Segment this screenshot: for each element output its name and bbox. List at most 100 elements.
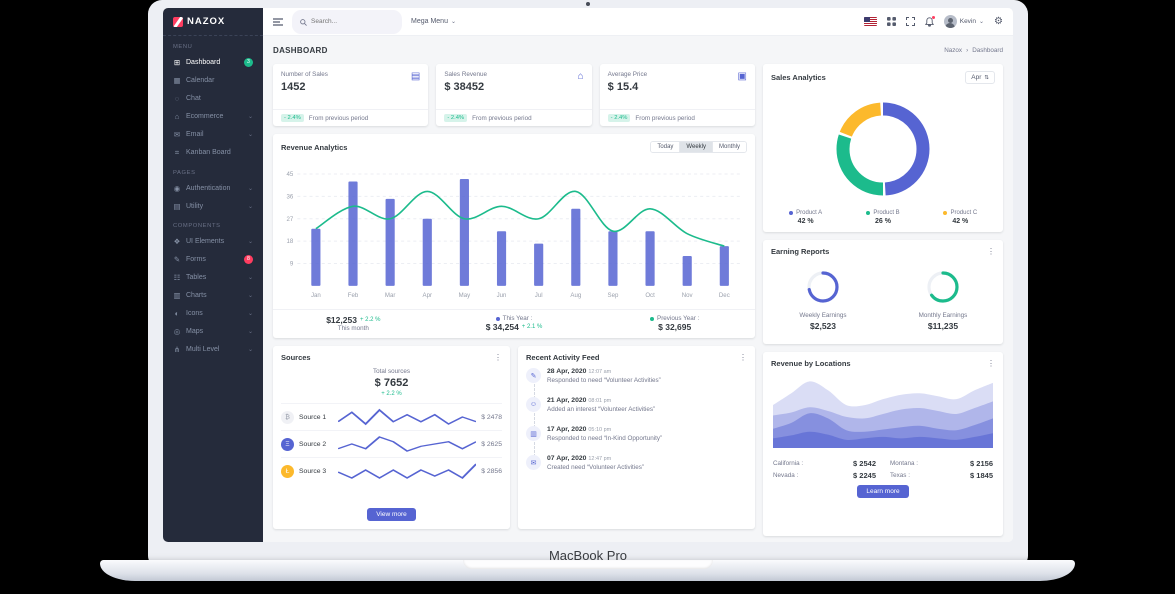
search-input[interactable] xyxy=(311,18,394,25)
chevron-down-icon: ⌄ xyxy=(248,238,253,245)
search-box[interactable] xyxy=(292,10,402,34)
chevron-down-icon: ⌄ xyxy=(248,328,253,335)
tab-monthly[interactable]: Monthly xyxy=(713,142,746,152)
month-select[interactable]: Apr ⇅ xyxy=(965,71,995,84)
briefcase-icon: ▣ xyxy=(738,71,747,109)
revenue-previous-year: Previous Year : $ 32,695 xyxy=(594,310,755,338)
chart-icon: ▥ xyxy=(526,426,541,441)
sidebar-item-icons[interactable]: ◐ Icons ⌄ xyxy=(163,304,263,322)
dashboard-app: NAZOX MENU ⊞ Dashboard 3 ▦ Calendar ◌ Ch… xyxy=(163,8,1013,542)
sales-analytics-card: Sales Analytics Apr ⇅ Product A xyxy=(763,64,1003,232)
settings-gear-icon[interactable]: ⚙ xyxy=(994,16,1003,27)
location-stat-nevada: Nevada : $ 2245 xyxy=(773,471,876,480)
sidebar-item-multi-level[interactable]: ⋔ Multi Level ⌄ xyxy=(163,340,263,358)
sidebar-section-menu: MENU xyxy=(163,36,263,53)
svg-text:45: 45 xyxy=(286,171,293,178)
hamburger-menu-icon[interactable] xyxy=(273,18,283,26)
legend-dot-icon xyxy=(943,211,947,215)
earning-reports-card: Earning Reports ⋮ Weekly Earnings $2,523 xyxy=(763,240,1003,344)
source-row[interactable]: Ł Source 3 $ 2856 xyxy=(281,457,502,484)
logo-text: NAZOX xyxy=(187,16,225,27)
svg-text:Sep: Sep xyxy=(608,292,619,299)
sidebar-item-email[interactable]: ✉ Email ⌄ xyxy=(163,125,263,143)
sales-analytics-donut-chart xyxy=(763,88,1003,210)
fullscreen-icon[interactable] xyxy=(906,17,915,26)
svg-text:Jun: Jun xyxy=(497,292,507,299)
chevron-down-icon: ⌄ xyxy=(248,113,253,120)
view-more-button[interactable]: View more xyxy=(367,508,416,521)
email-icon: ✉ xyxy=(173,130,181,139)
chevron-down-icon: ⌄ xyxy=(248,292,253,299)
ecommerce-icon: ⌂ xyxy=(173,112,181,121)
sidebar-item-charts[interactable]: ▥ Charts ⌄ xyxy=(163,286,263,304)
card-menu-icon[interactable]: ⋮ xyxy=(494,354,502,362)
app-logo[interactable]: NAZOX xyxy=(163,8,263,36)
stat-card-number-of-sales: Number of Sales 1452 ▤ - 2.4% From previ… xyxy=(273,64,428,126)
svg-text:Feb: Feb xyxy=(348,292,359,299)
monthly-earnings-radial-chart xyxy=(925,269,961,310)
card-menu-icon[interactable]: ⋮ xyxy=(739,354,747,362)
revenue-this-year: This Year : $ 34,254 + 2.1 % xyxy=(434,310,595,338)
source-sparkline xyxy=(338,435,476,453)
user-menu[interactable]: Kevin ⌄ xyxy=(944,15,984,28)
source-row[interactable]: Ξ Source 2 $ 2625 xyxy=(281,430,502,457)
location-stat-montana: Montana : $ 2156 xyxy=(890,459,993,468)
delta-badge: - 2.4% xyxy=(608,114,631,122)
sidebar-item-authentication[interactable]: ◉ Authentication ⌄ xyxy=(163,179,263,197)
notifications-bell-icon[interactable] xyxy=(925,17,934,27)
sidebar: NAZOX MENU ⊞ Dashboard 3 ▦ Calendar ◌ Ch… xyxy=(163,8,263,542)
svg-text:Nov: Nov xyxy=(682,292,694,299)
sidebar-item-utility[interactable]: ▤ Utility ⌄ xyxy=(163,197,263,215)
avatar xyxy=(944,15,957,28)
chevron-down-icon: ⌄ xyxy=(248,310,253,317)
multi-level-icon: ⋔ xyxy=(173,345,181,354)
svg-text:36: 36 xyxy=(286,193,293,200)
card-menu-icon[interactable]: ⋮ xyxy=(987,248,995,256)
source-row[interactable]: ₿ Source 1 $ 2478 xyxy=(281,403,502,430)
location-stat-california: California : $ 2542 xyxy=(773,459,876,468)
nazox-logo-icon xyxy=(173,17,183,27)
svg-text:27: 27 xyxy=(286,216,293,223)
sidebar-item-ui-elements[interactable]: ❖ UI Elements ⌄ xyxy=(163,232,263,250)
page-title: DASHBOARD xyxy=(273,46,328,55)
chevron-down-icon: ⌄ xyxy=(248,131,253,138)
forms-icon: ✎ xyxy=(173,255,181,264)
revenue-this-month: $12,253 + 2.2 % This month xyxy=(273,310,434,338)
sidebar-item-tables[interactable]: ☷ Tables ⌄ xyxy=(163,268,263,286)
tab-today[interactable]: Today xyxy=(651,142,680,152)
sidebar-item-dashboard[interactable]: ⊞ Dashboard 3 xyxy=(163,53,263,71)
sidebar-item-chat[interactable]: ◌ Chat xyxy=(163,89,263,107)
mega-menu-button[interactable]: Mega Menu ⌄ xyxy=(411,18,456,25)
tab-weekly[interactable]: Weekly xyxy=(680,142,713,152)
stat-value: 1452 xyxy=(281,81,328,93)
search-icon xyxy=(300,13,307,31)
activity-item: ▥ 17 Apr, 2020 05:10 pm Responded to nee… xyxy=(526,426,747,455)
language-flag-icon[interactable] xyxy=(864,17,877,26)
revenue-period-tabs: Today Weekly Monthly xyxy=(650,141,747,153)
macbook-base-notch xyxy=(463,560,713,569)
stack-icon: ▤ xyxy=(411,71,420,109)
sidebar-item-forms[interactable]: ✎ Forms 8 xyxy=(163,250,263,268)
forms-badge: 8 xyxy=(244,255,253,264)
breadcrumb-root[interactable]: Nazox xyxy=(944,47,962,54)
revenue-by-locations-card: Revenue by Locations ⋮ California : $ 25… xyxy=(763,352,1003,536)
learn-more-button[interactable]: Learn more xyxy=(857,485,908,498)
card-menu-icon[interactable]: ⋮ xyxy=(987,360,995,368)
svg-text:9: 9 xyxy=(290,261,294,268)
notification-dot xyxy=(932,16,935,19)
apps-grid-icon[interactable] xyxy=(887,17,896,26)
sidebar-item-calendar[interactable]: ▦ Calendar xyxy=(163,71,263,89)
sidebar-item-ecommerce[interactable]: ⌂ Ecommerce ⌄ xyxy=(163,107,263,125)
authentication-icon: ◉ xyxy=(173,184,181,193)
legend-dot-icon xyxy=(789,211,793,215)
legend-product-a: Product A 42 % xyxy=(767,210,844,225)
location-stat-texas: Texas : $ 1845 xyxy=(890,471,993,480)
delta-badge: - 2.4% xyxy=(444,114,467,122)
sidebar-item-maps[interactable]: ◎ Maps ⌄ xyxy=(163,322,263,340)
charts-icon: ▥ xyxy=(173,291,181,300)
bitcoin-icon: ₿ xyxy=(281,411,294,424)
dashboard-icon: ⊞ xyxy=(173,58,181,67)
dashboard-badge: 3 xyxy=(244,58,253,67)
sidebar-item-kanban-board[interactable]: ⌗ Kanban Board xyxy=(163,143,263,162)
recent-activity-feed-card: Recent Activity Feed ⋮ ✎ 28 Apr, 2020 12… xyxy=(518,346,755,529)
